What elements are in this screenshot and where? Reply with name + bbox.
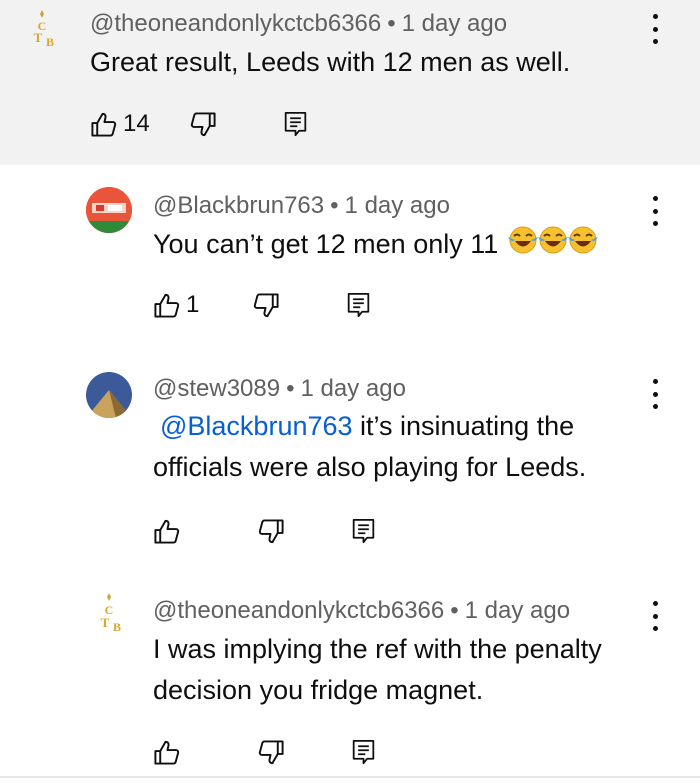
separator-dot: • [286, 375, 295, 402]
reply-comment-icon [346, 292, 371, 319]
thumb-up-icon [90, 111, 117, 138]
like-button[interactable] [153, 739, 180, 766]
like-button[interactable] [153, 518, 180, 545]
avatar[interactable]: C T B [86, 591, 132, 637]
comment-age: 1 day ago [464, 597, 571, 624]
more-vertical-icon[interactable] [645, 14, 665, 44]
svg-text:T: T [101, 615, 110, 630]
more-vertical-icon[interactable] [645, 379, 665, 409]
avatar[interactable]: C T B [20, 8, 64, 52]
dislike-button[interactable] [253, 292, 280, 319]
mention-link[interactable]: @Blackbrun763 [160, 411, 353, 441]
comment-actions [153, 513, 376, 549]
comment-meta: @stew3089 • 1 day ago [153, 375, 406, 403]
dislike-button[interactable] [190, 111, 217, 138]
reply-button[interactable] [351, 739, 376, 766]
comment-age: 1 day ago [300, 375, 406, 402]
thumb-down-icon [253, 292, 280, 319]
like-button[interactable]: 1 [153, 291, 199, 319]
comment-2: @Blackbrun763 • 1 day ago You can’t get 12… [0, 180, 700, 350]
face-with-tears-of-joy-icon [566, 225, 600, 267]
separator-dot: • [387, 10, 396, 37]
thumb-up-icon [153, 518, 180, 545]
comment-text: Great result, Leeds with 12 men as well. [90, 47, 571, 77]
like-button[interactable]: 14 [90, 110, 150, 138]
comment-3: @stew3089 • 1 day ago @Blackbrun763 it’s i… [0, 365, 700, 575]
author-handle[interactable]: @theoneandonlykctcb6366 [90, 10, 381, 37]
thumb-down-icon [258, 518, 285, 545]
avatar[interactable] [86, 372, 132, 418]
comment-actions: 1 [153, 287, 371, 323]
comment-body: You can’t get 12 men only 11 [153, 229, 499, 259]
thumb-up-icon [153, 292, 180, 319]
separator-dot: • [450, 597, 459, 624]
author-handle[interactable]: @theoneandonlykctcb6366 [153, 597, 444, 624]
comment-text: I was implying the ref with the penalty … [153, 634, 602, 705]
more-vertical-icon[interactable] [645, 196, 665, 226]
comment-meta: @theoneandonlykctcb6366 • 1 day ago [153, 597, 570, 625]
comment-actions [153, 734, 376, 770]
reply-comment-icon [351, 518, 376, 545]
reply-button[interactable] [351, 518, 376, 545]
avatar[interactable] [86, 187, 132, 233]
reply-button[interactable] [346, 292, 371, 319]
comment-1: C T B @theoneandonlykctcb6366 • 1 day ago … [0, 0, 700, 165]
face-with-tears-of-joy-icon [506, 225, 540, 267]
author-handle[interactable]: @stew3089 [153, 375, 280, 402]
dislike-button[interactable] [258, 739, 285, 766]
reply-comment-icon [283, 111, 308, 138]
svg-text:B: B [46, 35, 54, 49]
svg-text:B: B [113, 620, 121, 634]
comment-text: @Blackbrun763 it’s insinuating the offic… [153, 406, 623, 488]
comment-meta: @Blackbrun763 • 1 day ago [153, 192, 450, 220]
thumb-down-icon [190, 111, 217, 138]
reply-comment-icon [351, 739, 376, 766]
comment-age: 1 day ago [344, 192, 450, 219]
svg-text:T: T [34, 30, 43, 45]
more-vertical-icon[interactable] [645, 601, 665, 631]
thumb-up-icon [153, 739, 180, 766]
thumb-down-icon [258, 739, 285, 766]
comment-meta: @theoneandonlykctcb6366 • 1 day ago [90, 10, 507, 38]
comment-4: C T B @theoneandonlykctcb6366 • 1 day ago … [0, 585, 700, 780]
separator-dot: • [330, 192, 339, 219]
face-with-tears-of-joy-icon [536, 225, 570, 267]
author-handle[interactable]: @Blackbrun763 [153, 192, 324, 219]
comment-age: 1 day ago [401, 10, 508, 37]
like-count: 1 [186, 291, 200, 318]
like-count: 14 [123, 110, 150, 137]
comment-actions: 14 [90, 106, 308, 142]
divider [0, 776, 700, 778]
dislike-button[interactable] [258, 518, 285, 545]
comment-text: You can’t get 12 men only 11 [153, 224, 653, 267]
reply-button[interactable] [283, 111, 308, 138]
